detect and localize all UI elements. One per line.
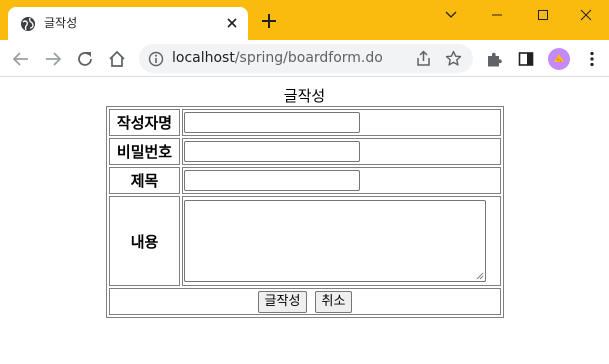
window-close-button[interactable] bbox=[563, 0, 609, 30]
form-row-subject: 제목 bbox=[109, 167, 501, 194]
cancel-button[interactable]: 취소 bbox=[314, 291, 353, 313]
content-textarea[interactable] bbox=[184, 200, 486, 282]
active-tab[interactable]: 글작성 bbox=[8, 7, 248, 40]
browser-toolbar: localhost/spring/boardform.do bbox=[0, 40, 609, 77]
tab-search-button[interactable] bbox=[428, 0, 474, 30]
side-panel-button[interactable] bbox=[516, 49, 536, 69]
home-icon bbox=[109, 50, 125, 67]
back-button[interactable] bbox=[11, 49, 31, 69]
tab-strip: 글작성 bbox=[0, 0, 609, 40]
profile-icon bbox=[554, 54, 564, 62]
form-row-writer: 작성자명 bbox=[109, 109, 501, 136]
forward-button[interactable] bbox=[43, 49, 63, 69]
subject-label: 제목 bbox=[109, 167, 180, 194]
password-input[interactable] bbox=[184, 141, 360, 162]
password-label: 비밀번호 bbox=[109, 138, 180, 165]
extensions-icon bbox=[487, 52, 502, 66]
form-row-actions: 글작성 취소 bbox=[109, 288, 501, 315]
writer-cell bbox=[182, 109, 501, 136]
chevron-down-icon bbox=[445, 11, 457, 18]
actions-cell: 글작성 취소 bbox=[109, 288, 501, 315]
reload-icon bbox=[78, 52, 92, 66]
content-label: 내용 bbox=[109, 196, 180, 286]
plus-icon[interactable] bbox=[260, 12, 278, 30]
minimize-button[interactable] bbox=[474, 0, 520, 30]
menu-button[interactable] bbox=[582, 49, 602, 69]
board-form: 작성자명 비밀번호 제목 내용 글작성 취소 bbox=[106, 106, 504, 318]
reload-button[interactable] bbox=[75, 49, 95, 69]
maximize-button[interactable] bbox=[520, 0, 566, 30]
globe-icon bbox=[21, 17, 35, 31]
subject-input[interactable] bbox=[184, 170, 360, 191]
url-text: localhost/spring/boardform.do bbox=[172, 50, 383, 67]
minimize-icon bbox=[492, 14, 502, 16]
subject-cell bbox=[182, 167, 501, 194]
writer-input[interactable] bbox=[184, 112, 360, 133]
share-icon[interactable] bbox=[415, 50, 432, 67]
content-cell bbox=[182, 196, 501, 286]
url-path: /spring/boardform.do bbox=[234, 50, 383, 66]
menu-dots-icon bbox=[590, 51, 594, 67]
browser-window: 글작성 localhost/spring/boardform.do 글작성 작성… bbox=[0, 0, 609, 364]
page-content: 글작성 작성자명 비밀번호 제목 내용 글작성 취소 bbox=[0, 78, 609, 364]
writer-label: 작성자명 bbox=[109, 109, 180, 136]
resize-grip-icon[interactable] bbox=[476, 272, 484, 280]
back-arrow-icon bbox=[12, 52, 28, 66]
info-icon[interactable] bbox=[148, 51, 164, 67]
side-panel-icon bbox=[518, 52, 534, 66]
address-bar[interactable]: localhost/spring/boardform.do bbox=[139, 44, 473, 73]
submit-button[interactable]: 글작성 bbox=[257, 291, 308, 313]
form-row-content: 내용 bbox=[109, 196, 501, 286]
forward-arrow-icon bbox=[46, 52, 62, 66]
avatar[interactable] bbox=[548, 48, 570, 70]
page-title: 글작성 bbox=[283, 87, 326, 105]
tab-title: 글작성 bbox=[44, 16, 78, 30]
form-row-password: 비밀번호 bbox=[109, 138, 501, 165]
star-icon[interactable] bbox=[445, 50, 462, 67]
maximize-icon bbox=[538, 10, 548, 20]
password-cell bbox=[182, 138, 501, 165]
close-icon[interactable] bbox=[224, 15, 240, 31]
url-host: localhost bbox=[172, 50, 235, 66]
home-button[interactable] bbox=[107, 49, 127, 69]
extensions-button[interactable] bbox=[484, 49, 504, 69]
window-close-icon bbox=[580, 9, 592, 21]
